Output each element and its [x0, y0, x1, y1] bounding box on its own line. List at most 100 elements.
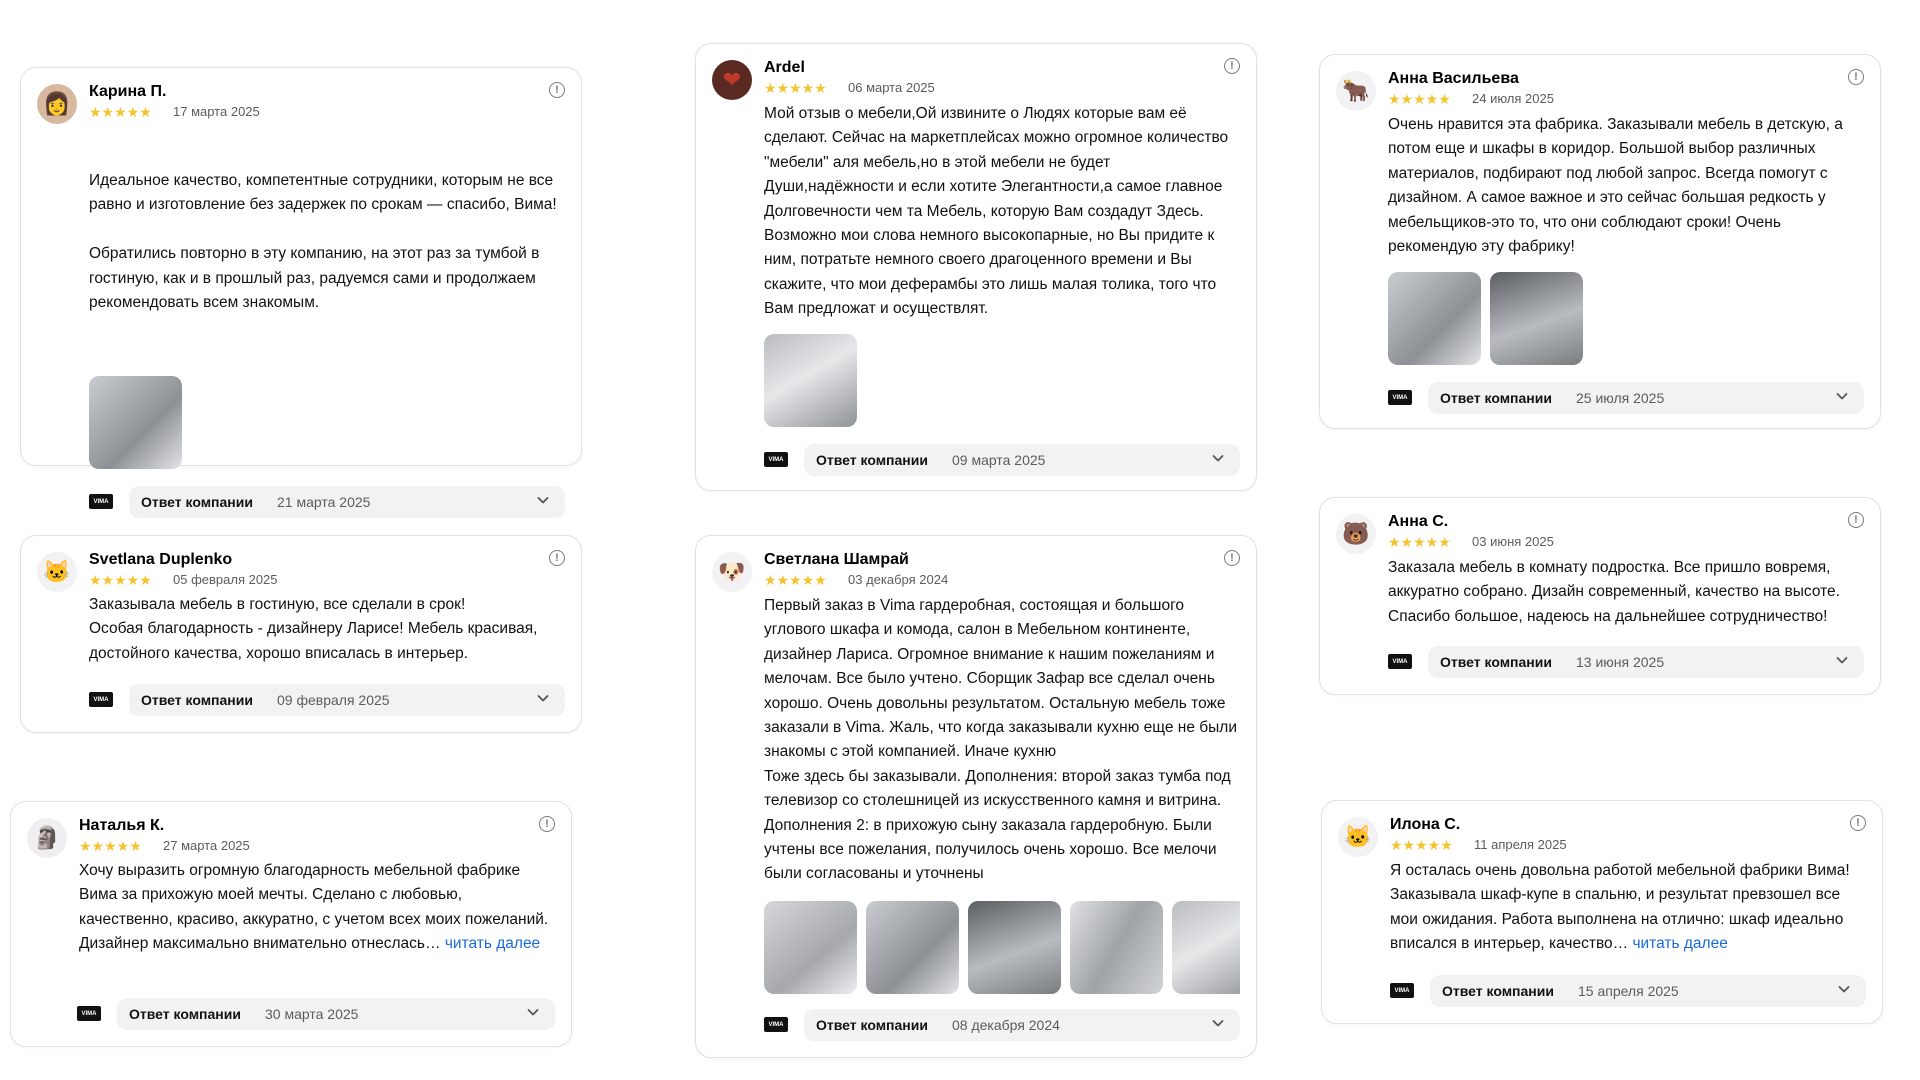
avatar[interactable]: 🐂 — [1336, 71, 1376, 111]
rating-stars: ★★★★★ — [89, 104, 152, 120]
company-reply-toggle[interactable]: Ответ компании 09 марта 2025 — [804, 444, 1240, 476]
review-photo[interactable] — [968, 901, 1061, 994]
reply-date: 21 марта 2025 — [277, 494, 371, 510]
review-body: Я осталась очень довольна работой мебель… — [1390, 862, 1850, 953]
info-icon[interactable]: ! — [539, 816, 555, 832]
review-text: Хочу выразить огромную благодарность меб… — [79, 859, 559, 957]
review-header: 🐂 Анна Васильева ★★★★★ 24 июля 2025 ! — [1336, 69, 1864, 115]
review-photo[interactable] — [764, 334, 857, 427]
review-body: Первый заказ в Vima гардеробная, состоящ… — [764, 597, 1237, 883]
info-icon[interactable]: ! — [1848, 69, 1864, 85]
review-card: 🐱 Svetlana Duplenko ★★★★★ 05 февраля 202… — [20, 535, 582, 733]
info-icon[interactable]: ! — [1850, 815, 1866, 831]
review-photo[interactable] — [1070, 901, 1163, 994]
company-logo: VIMA — [1388, 654, 1412, 669]
review-photo[interactable] — [1172, 901, 1240, 994]
rating-stars: ★★★★★ — [79, 838, 142, 854]
reply-label: Ответ компании — [816, 452, 928, 468]
review-header: 👩 Карина П. ★★★★★ 17 марта 2025 ! — [37, 82, 565, 128]
avatar[interactable]: 🐱 — [1338, 817, 1378, 857]
review-photo[interactable] — [1388, 272, 1481, 365]
review-header: 🐱 Svetlana Duplenko ★★★★★ 05 февраля 202… — [37, 550, 565, 596]
company-reply-toggle[interactable]: Ответ компании 15 апреля 2025 — [1430, 975, 1866, 1007]
rating-stars: ★★★★★ — [1388, 91, 1451, 107]
reply-date: 25 июля 2025 — [1576, 390, 1665, 406]
reply-date: 30 марта 2025 — [265, 1006, 359, 1022]
company-reply: VIMA Ответ компании 09 марта 2025 — [764, 444, 1240, 476]
company-reply-toggle[interactable]: Ответ компании 30 марта 2025 — [117, 998, 555, 1030]
chevron-down-icon — [1212, 1020, 1224, 1027]
review-photos — [1388, 272, 1864, 365]
author-name[interactable]: Светлана Шамрай — [764, 550, 909, 570]
chevron-down-icon — [1836, 393, 1848, 400]
chevron-down-icon — [527, 1009, 539, 1016]
avatar[interactable]: 🗿 — [27, 818, 67, 858]
reply-date: 09 марта 2025 — [952, 452, 1046, 468]
review-date: 06 марта 2025 — [848, 80, 935, 95]
info-icon[interactable]: ! — [549, 82, 565, 98]
ox-icon: 🐂 — [1342, 78, 1370, 103]
info-icon[interactable]: ! — [1848, 512, 1864, 528]
review-header: 🐱 Илона С. ★★★★★ 11 апреля 2025 ! — [1338, 815, 1866, 861]
review-photo[interactable] — [866, 901, 959, 994]
author-name[interactable]: Илона С. — [1390, 815, 1460, 835]
moai-icon: 🗿 — [33, 825, 61, 850]
company-reply-toggle[interactable]: Ответ компании 25 июля 2025 — [1428, 382, 1864, 414]
review-photo[interactable] — [89, 376, 182, 469]
company-logo: VIMA — [764, 1017, 788, 1032]
review-photo[interactable] — [764, 901, 857, 994]
company-reply: VIMA Ответ компании 09 февраля 2025 — [89, 684, 565, 716]
author-name[interactable]: Svetlana Duplenko — [89, 550, 232, 570]
author-name[interactable]: Ardel — [764, 58, 805, 78]
review-card: ❤ Ardel ★★★★★ 06 марта 2025 ! Мой отзыв … — [695, 43, 1257, 491]
rating-stars: ★★★★★ — [1388, 534, 1451, 550]
review-date: 05 февраля 2025 — [173, 572, 278, 587]
review-body: Мой отзыв о мебели,Ой извините о Людях к… — [764, 105, 1229, 318]
author-name[interactable]: Карина П. — [89, 82, 166, 102]
company-logo: VIMA — [89, 692, 113, 707]
review-card: 🗿 Наталья К. ★★★★★ 27 марта 2025 ! Хочу … — [10, 801, 572, 1047]
company-reply: VIMA Ответ компании 15 апреля 2025 — [1390, 975, 1866, 1007]
read-more-link[interactable]: читать далее — [1632, 935, 1727, 952]
company-reply-toggle[interactable]: Ответ компании 08 декабря 2024 — [804, 1009, 1240, 1041]
reply-label: Ответ компании — [141, 692, 253, 708]
author-name[interactable]: Анна С. — [1388, 512, 1448, 532]
reply-date: 08 декабря 2024 — [952, 1017, 1060, 1033]
chevron-down-icon — [537, 695, 549, 702]
avatar[interactable]: 🐻 — [1336, 514, 1376, 554]
reply-label: Ответ компании — [1440, 654, 1552, 670]
review-text: Заказала мебель в комнату подростка. Все… — [1388, 556, 1868, 629]
review-body: Очень нравится эта фабрика. Заказывали м… — [1388, 116, 1843, 256]
info-icon[interactable]: ! — [1224, 58, 1240, 74]
avatar[interactable]: 🐱 — [37, 552, 77, 592]
review-header: 🐻 Анна С. ★★★★★ 03 июня 2025 ! — [1336, 512, 1864, 558]
review-card: 🐱 Илона С. ★★★★★ 11 апреля 2025 ! Я оста… — [1321, 800, 1883, 1024]
avatar[interactable]: 🐶 — [712, 552, 752, 592]
avatar[interactable]: ❤ — [712, 60, 752, 100]
review-photo[interactable] — [1490, 272, 1583, 365]
read-more-link[interactable]: читать далее — [445, 935, 540, 952]
rating-stars: ★★★★★ — [764, 572, 827, 588]
company-reply: VIMA Ответ компании 13 июня 2025 — [1388, 646, 1864, 678]
author-name[interactable]: Анна Васильева — [1388, 69, 1519, 89]
heart-icon: ❤ — [722, 67, 742, 92]
review-body: Заказала мебель в комнату подростка. Все… — [1388, 559, 1840, 625]
review-header: ❤ Ardel ★★★★★ 06 марта 2025 ! — [712, 58, 1240, 104]
rating-stars: ★★★★★ — [1390, 837, 1453, 853]
author-name[interactable]: Наталья К. — [79, 816, 164, 836]
company-logo: VIMA — [89, 494, 113, 509]
review-header: 🗿 Наталья К. ★★★★★ 27 марта 2025 ! — [27, 816, 555, 862]
review-date: 24 июля 2025 — [1472, 91, 1554, 106]
chevron-down-icon — [537, 497, 549, 504]
company-reply-toggle[interactable]: Ответ компании 21 марта 2025 — [129, 486, 565, 518]
chevron-down-icon — [1212, 455, 1224, 462]
info-icon[interactable]: ! — [1224, 550, 1240, 566]
company-logo: VIMA — [1388, 390, 1412, 405]
company-logo: VIMA — [764, 452, 788, 467]
avatar[interactable]: 👩 — [37, 84, 77, 124]
info-icon[interactable]: ! — [549, 550, 565, 566]
review-photos — [89, 376, 565, 469]
company-reply-toggle[interactable]: Ответ компании 09 февраля 2025 — [129, 684, 565, 716]
company-reply-toggle[interactable]: Ответ компании 13 июня 2025 — [1428, 646, 1864, 678]
review-date: 27 марта 2025 — [163, 838, 250, 853]
